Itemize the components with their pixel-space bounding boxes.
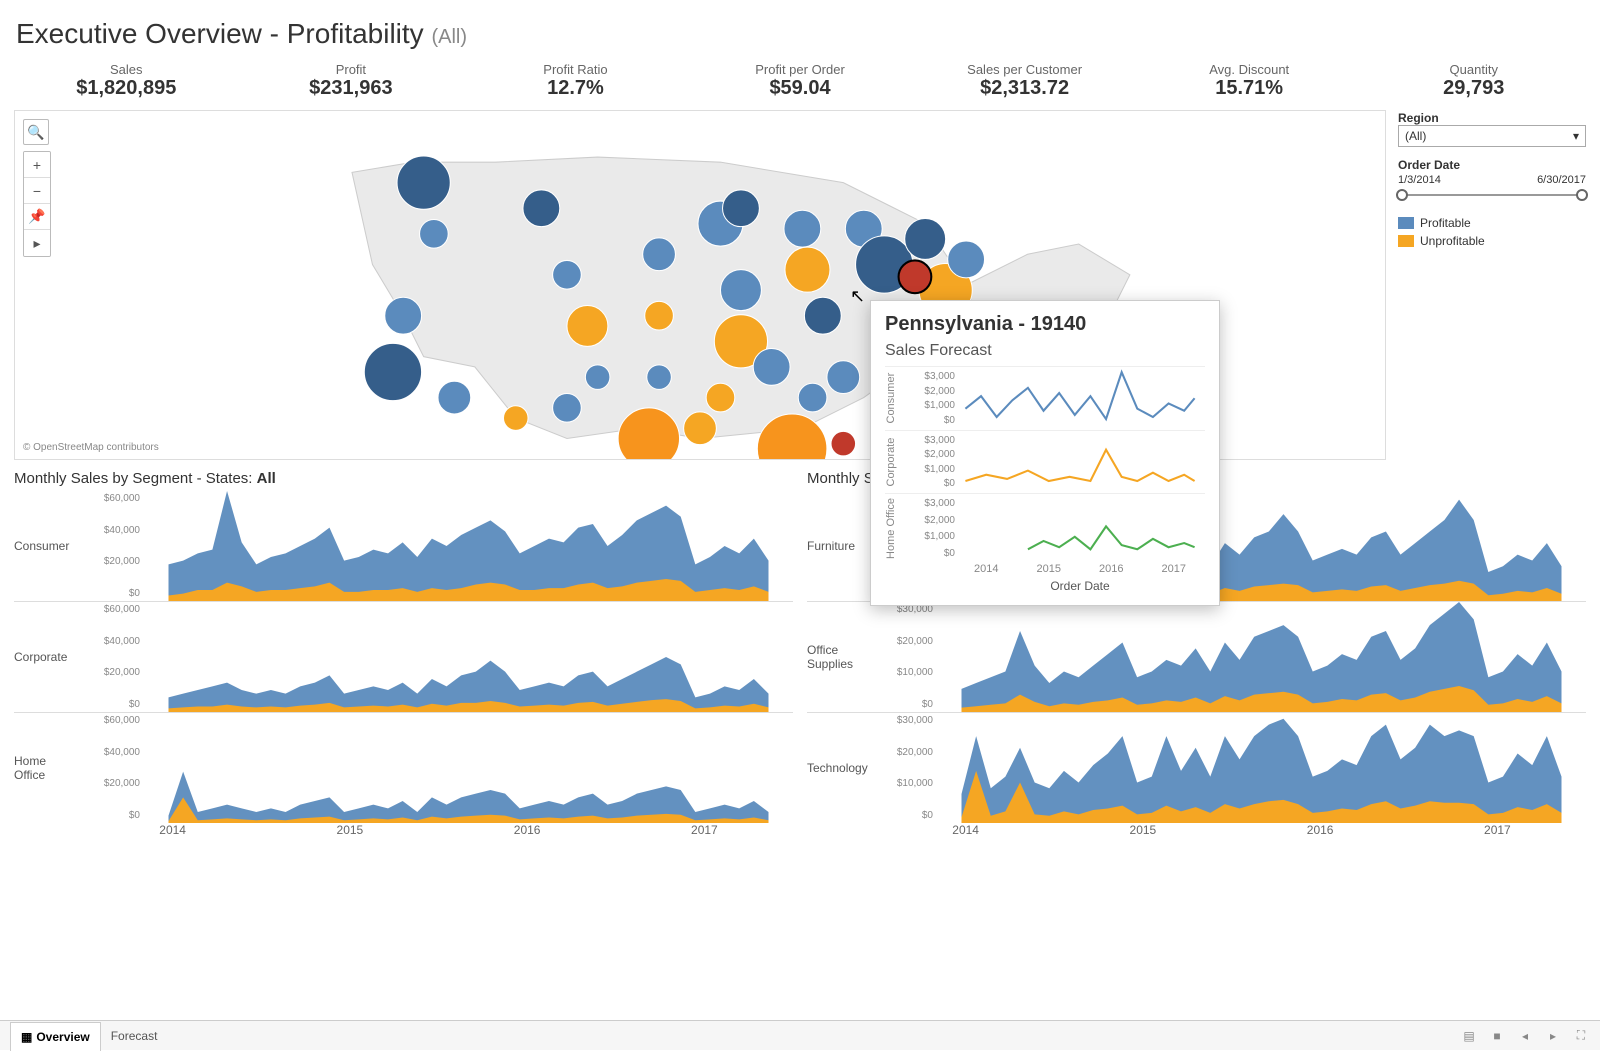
date-end: 6/30/2017 [1537, 174, 1586, 186]
view-large-icon[interactable]: ■ [1488, 1027, 1506, 1045]
tab-forecast[interactable]: Forecast [101, 1021, 168, 1050]
row-label: Technology [807, 713, 877, 823]
nav-prev-icon[interactable]: ◂ [1516, 1027, 1534, 1045]
kpi-sales-per-customer[interactable]: Sales per Customer$2,313.72 [912, 56, 1137, 110]
search-icon[interactable]: 🔍 [23, 119, 49, 145]
tt-row-consumer: Consumer [885, 367, 905, 430]
tooltip-subtitle: Sales Forecast [885, 342, 1205, 360]
zoom-in-icon[interactable]: + [24, 152, 50, 178]
tt-row-corporate: Corporate [885, 431, 905, 494]
zoom-out-icon[interactable]: − [24, 178, 50, 204]
kpi-profit-per-order[interactable]: Profit per Order$59.04 [688, 56, 913, 110]
nav-next-icon[interactable]: ▸ [1544, 1027, 1562, 1045]
kpi-quantity[interactable]: Quantity29,793 [1361, 56, 1586, 110]
chart-segment[interactable]: Monthly Sales by Segment - States: All C… [14, 470, 793, 837]
tt-row-homeoffice: Home Office [885, 494, 905, 563]
chart-row: Consumer$60,000$40,000$20,000$0 [14, 491, 793, 601]
tooltip-xlabel: Order Date [885, 579, 1205, 593]
fullscreen-icon[interactable]: ⛶ [1572, 1027, 1590, 1045]
title-filter: (All) [431, 26, 467, 48]
filter-panel: Region (All)▾ Order Date 1/3/2014 6/30/2… [1386, 110, 1586, 460]
slider-handle-end[interactable] [1576, 189, 1588, 201]
kpi-profit-ratio[interactable]: Profit Ratio12.7% [463, 56, 688, 110]
view-small-icon[interactable]: ▤ [1460, 1027, 1478, 1045]
pin-icon[interactable]: 📌 [24, 204, 50, 230]
chart-segment-title: Monthly Sales by Segment - States: All [14, 470, 793, 487]
dashboard-icon: ▦ [21, 1030, 32, 1044]
chart-row: Technology$30,000$20,000$10,000$0 [807, 712, 1586, 823]
order-date-label: Order Date [1398, 158, 1460, 172]
tab-overview[interactable]: ▦Overview [10, 1022, 101, 1051]
kpi-avg-discount[interactable]: Avg. Discount15.71% [1137, 56, 1362, 110]
region-select[interactable]: (All)▾ [1398, 125, 1586, 147]
row-label: Consumer [14, 491, 84, 601]
chart-row: Corporate$60,000$40,000$20,000$0 [14, 601, 793, 712]
chart-row: Home Office$60,000$40,000$20,000$0 [14, 712, 793, 823]
kpi-bar: Sales$1,820,895 Profit$231,963 Profit Ra… [0, 56, 1600, 110]
tooltip-title: Pennsylvania - 19140 [885, 313, 1205, 336]
page-title: Executive Overview - Profitability (All) [0, 0, 1600, 56]
kpi-profit[interactable]: Profit$231,963 [239, 56, 464, 110]
kpi-sales[interactable]: Sales$1,820,895 [14, 56, 239, 110]
map-attribution: © OpenStreetMap contributors [23, 442, 159, 453]
sheet-tabs: ▦Overview Forecast ▤ ■ ◂ ▸ ⛶ [0, 1020, 1600, 1050]
map-tooltip: Pennsylvania - 19140 Sales Forecast Cons… [870, 300, 1220, 606]
date-slider[interactable] [1400, 192, 1584, 198]
legend-profitable[interactable]: Profitable [1398, 216, 1586, 230]
row-label: Corporate [14, 602, 84, 712]
chevron-down-icon: ▾ [1573, 129, 1579, 143]
row-label: Furniture [807, 491, 877, 601]
date-start: 1/3/2014 [1398, 174, 1441, 186]
map-toolbar: 🔍 + − 📌 ▸ [23, 119, 51, 257]
legend-unprofitable[interactable]: Unprofitable [1398, 234, 1586, 248]
row-label: Office Supplies [807, 602, 877, 712]
region-label: Region [1398, 111, 1439, 125]
slider-handle-start[interactable] [1396, 189, 1408, 201]
chart-row: Office Supplies$30,000$20,000$10,000$0 [807, 601, 1586, 712]
play-icon[interactable]: ▸ [24, 230, 50, 256]
legend: Profitable Unprofitable [1398, 212, 1586, 248]
row-label: Home Office [14, 713, 84, 823]
